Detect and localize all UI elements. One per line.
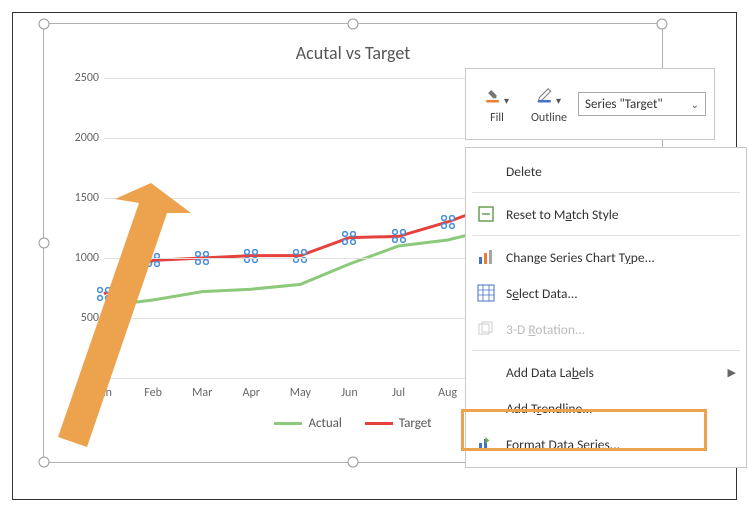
x-axis-label: Aug bbox=[438, 386, 457, 400]
series-selector[interactable]: Series "Target" ⌄ bbox=[578, 92, 706, 116]
fill-icon: ▾ bbox=[485, 83, 509, 107]
screenshot-frame: Acutal vs Target 05001000150020002500Jan… bbox=[12, 12, 737, 500]
fill-label: Fill bbox=[490, 111, 504, 125]
ctx-change-chart-type[interactable]: Change Series Chart Type... bbox=[466, 239, 746, 275]
submenu-arrow-icon: ▶ bbox=[728, 366, 736, 379]
select-data-icon bbox=[476, 283, 496, 303]
ctx-3d-rotation: 3-D Rotation... bbox=[466, 311, 746, 347]
blank-icon bbox=[476, 362, 496, 382]
x-axis-label: Jul bbox=[392, 386, 405, 400]
legend-label: Target bbox=[399, 416, 432, 431]
selection-handle[interactable] bbox=[39, 19, 50, 30]
ctx-add-data-labels[interactable]: Add Data Labels ▶ bbox=[466, 354, 746, 390]
chart-title[interactable]: Acutal vs Target bbox=[44, 24, 662, 64]
reset-style-icon bbox=[476, 204, 496, 224]
legend-label: Actual bbox=[308, 416, 341, 431]
legend-item-target[interactable]: Target bbox=[365, 416, 432, 431]
y-axis-label: 2000 bbox=[59, 131, 99, 145]
mini-toolbar: ▾ Fill ▾ Outline Series "Target" ⌄ bbox=[465, 68, 715, 140]
blank-icon bbox=[476, 398, 496, 418]
format-series-icon bbox=[476, 434, 496, 454]
x-axis-label: May bbox=[290, 386, 311, 400]
chart-type-icon bbox=[476, 247, 496, 267]
context-menu: Delete Reset to Match Style Change Serie… bbox=[465, 147, 747, 468]
blank-icon bbox=[476, 161, 496, 181]
annotation-arrow bbox=[33, 183, 233, 463]
series-selector-value: Series "Target" bbox=[585, 97, 663, 112]
outline-icon: ▾ bbox=[537, 83, 561, 107]
ctx-reset-style[interactable]: Reset to Match Style bbox=[466, 196, 746, 232]
legend-item-actual[interactable]: Actual bbox=[274, 416, 341, 431]
rotation-icon bbox=[476, 319, 496, 339]
selection-handle[interactable] bbox=[348, 457, 359, 468]
outline-label: Outline bbox=[531, 111, 567, 125]
outline-button[interactable]: ▾ Outline bbox=[526, 83, 572, 125]
separator bbox=[472, 235, 740, 236]
ctx-format-data-series[interactable]: Format Data Series... bbox=[466, 426, 746, 462]
ctx-select-data[interactable]: Select Data... bbox=[466, 275, 746, 311]
separator bbox=[472, 192, 740, 193]
selection-handle[interactable] bbox=[348, 19, 359, 30]
y-axis-label: 2500 bbox=[59, 71, 99, 85]
ctx-delete[interactable]: Delete bbox=[466, 153, 746, 189]
x-axis-label: Apr bbox=[243, 386, 260, 400]
fill-button[interactable]: ▾ Fill bbox=[474, 83, 520, 125]
ctx-add-trendline[interactable]: Add Trendline... bbox=[466, 390, 746, 426]
chevron-down-icon: ⌄ bbox=[691, 98, 699, 111]
separator bbox=[472, 350, 740, 351]
x-axis-label: Jun bbox=[341, 386, 357, 400]
selection-handle[interactable] bbox=[657, 19, 668, 30]
